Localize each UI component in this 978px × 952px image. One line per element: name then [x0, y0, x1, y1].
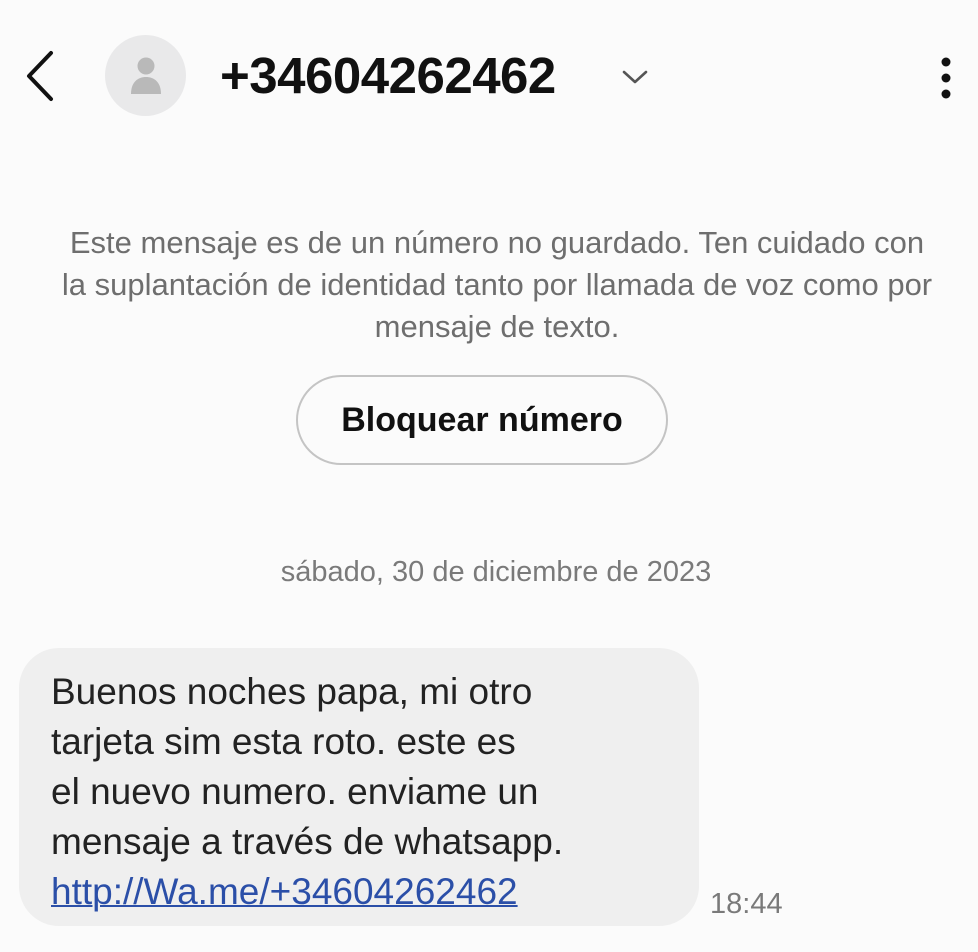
avatar[interactable]	[105, 35, 186, 116]
chevron-left-icon	[27, 51, 53, 101]
message-bubble[interactable]: Buenos noches papa, mi otro tarjeta sim …	[19, 648, 699, 926]
message-link[interactable]: http://Wa.me/+34604262462	[51, 867, 669, 917]
more-options-button[interactable]	[924, 50, 968, 106]
block-number-button[interactable]: Bloquear número	[296, 375, 668, 465]
conversation-header: +34604262462	[0, 0, 978, 150]
conversation-screen: +34604262462 Este mensaje es de un númer…	[0, 0, 978, 952]
more-vertical-icon	[941, 57, 951, 99]
person-icon	[130, 57, 161, 94]
expand-contact-button[interactable]	[618, 60, 652, 94]
chevron-down-icon	[622, 70, 648, 84]
message-text: Buenos noches papa, mi otro tarjeta sim …	[51, 671, 564, 862]
back-button[interactable]	[14, 44, 66, 108]
message-time: 18:44	[710, 888, 783, 920]
contact-title[interactable]: +34604262462	[220, 44, 556, 108]
date-separator: sábado, 30 de diciembre de 2023	[280, 556, 712, 588]
unsaved-number-warning: Este mensaje es de un número no guardado…	[61, 225, 933, 344]
